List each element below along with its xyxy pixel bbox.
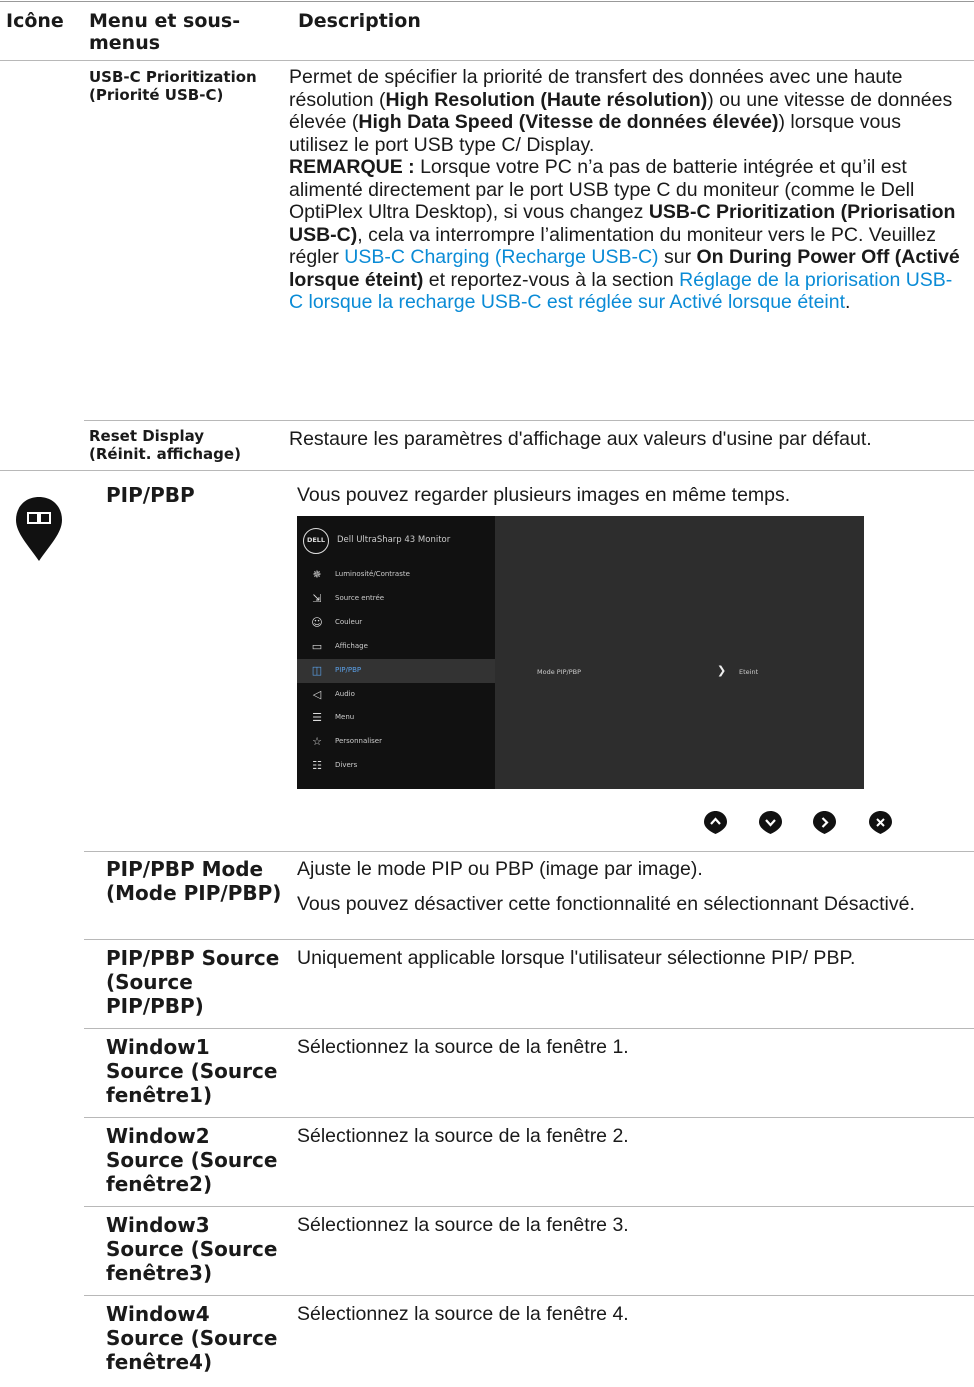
color-icon: ☺ — [311, 615, 323, 629]
header-icon-col: Icône — [6, 10, 64, 32]
row-divider — [84, 939, 974, 940]
header-menu-col: Menu et sous-menus — [89, 10, 241, 54]
osd-menu-panel: DELL Dell UltraSharp 43 Monitor ✵ Luminos… — [297, 516, 495, 789]
osd-menu-item[interactable]: ◫ PIP/PBP — [297, 658, 495, 683]
others-icon: ☷ — [312, 759, 322, 773]
submenu-desc: Uniquement applicable lorsque l'utilisat… — [297, 947, 856, 969]
osd-menu-item[interactable]: ▭ Affichage — [297, 635, 495, 659]
brightness-icon: ✵ — [312, 568, 322, 581]
submenu-name: PIP/PBP Source (Source PIP/PBP) — [106, 946, 280, 1018]
osd-mode-label: Mode PIP/PBP — [537, 668, 582, 676]
submenu-name: Window2 Source (Source fenêtre2) — [106, 1124, 278, 1196]
submenu-desc: Sélectionnez la source de la fenêtre 2. — [297, 1125, 629, 1147]
dell-logo: DELL — [303, 528, 329, 554]
pip-icon: ◫ — [311, 663, 323, 677]
osd-menu-item[interactable]: ◁ Audio — [297, 683, 495, 707]
osd-menu-label: Audio — [335, 689, 355, 698]
reset-row-rule — [0, 470, 974, 471]
submenu-desc-extra: Vous pouvez désactiver cette fonctionnal… — [297, 893, 915, 915]
submenu-name: PIP/PBP Mode (Mode PIP/PBP) — [106, 857, 282, 905]
osd-screenshot: DELL Dell UltraSharp 43 Monitor ✵ Luminos… — [297, 516, 864, 789]
right-icon[interactable] — [812, 810, 837, 835]
usbc-charging-link[interactable]: USB-C Charging (Recharge USB-C) — [344, 246, 658, 268]
osd-menu-label: Menu — [335, 713, 355, 722]
osd-menu-label: Source entrée — [335, 593, 385, 602]
row-divider — [84, 1117, 974, 1118]
row-divider — [84, 1206, 974, 1207]
osd-menu-item[interactable]: ☺ Couleur — [297, 611, 495, 635]
top-rule — [0, 1, 974, 2]
submenu-desc: Sélectionnez la source de la fenêtre 4. — [297, 1303, 629, 1325]
star-icon: ☆ — [312, 735, 322, 749]
osd-menu-label: Affichage — [335, 641, 368, 650]
osd-menu-item[interactable]: ☰ Menu — [297, 706, 495, 730]
pip-pbp-desc: Vous pouvez regarder plusieurs images en… — [297, 484, 791, 506]
osd-submenu-panel: Mode PIP/PBP ❯ Eteint — [495, 516, 864, 789]
close-icon[interactable] — [868, 810, 893, 835]
osd-menu-item[interactable]: ☆ Personnaliser — [297, 730, 495, 754]
chevron-right-icon: ❯ — [717, 664, 727, 677]
pip-row-rule — [84, 851, 974, 852]
audio-icon: ◁ — [312, 687, 322, 701]
osd-menu-label: Luminosité/Contraste — [335, 570, 410, 578]
reset-display-desc: Restaure les paramètres d'affichage aux … — [289, 428, 872, 450]
osd-mode-value: Eteint — [739, 668, 759, 676]
pip-pbp-name: PIP/PBP — [106, 483, 195, 507]
submenu-desc: Sélectionnez la source de la fenêtre 3. — [297, 1214, 629, 1236]
osd-menu-item[interactable]: ⇲ Source entrée — [297, 587, 495, 611]
reset-display-name: Reset Display (Réinit. affichage) — [89, 427, 241, 463]
header-rule — [0, 60, 974, 61]
osd-menu-label: Couleur — [335, 617, 363, 626]
usbc-prioritization-name: USB-C Prioritization (Priorité USB-C) — [89, 68, 257, 104]
osd-menu-label: Personnaliser — [335, 737, 382, 746]
submenu-desc: Ajuste le mode PIP ou PBP (image par ima… — [297, 858, 703, 880]
input-source-icon: ⇲ — [312, 591, 322, 605]
usbc-prioritization-desc: Permet de spécifier la priorité de trans… — [289, 66, 960, 313]
osd-menu-label: Divers — [335, 761, 358, 770]
header-desc-col: Description — [298, 10, 421, 32]
osd-menu-item[interactable]: ✵ Luminosité/Contraste — [297, 563, 495, 587]
row-divider — [84, 1295, 974, 1296]
up-icon[interactable] — [703, 810, 728, 835]
osd-title: Dell UltraSharp 43 Monitor — [337, 535, 451, 545]
row-divider — [84, 1028, 974, 1029]
submenu-name: Window3 Source (Source fenêtre3) — [106, 1213, 278, 1285]
menu-icon: ☰ — [312, 711, 322, 725]
osd-menu-label: PIP/PBP — [335, 665, 362, 674]
submenu-name: Window1 Source (Source fenêtre1) — [106, 1035, 278, 1107]
note-label: REMARQUE : — [289, 156, 415, 178]
down-icon[interactable] — [758, 810, 783, 835]
usbc-row-rule — [84, 420, 974, 421]
pip-menu-icon — [16, 497, 62, 561]
submenu-desc: Sélectionnez la source de la fenêtre 1. — [297, 1036, 629, 1058]
display-icon: ▭ — [311, 639, 323, 653]
submenu-name: Window4 Source (Source fenêtre4) — [106, 1302, 278, 1374]
osd-menu-item[interactable]: ☷ Divers — [297, 754, 495, 778]
